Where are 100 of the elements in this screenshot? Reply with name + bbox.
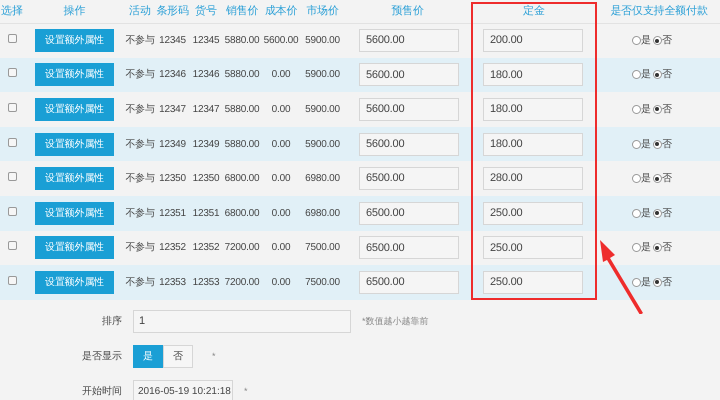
price-field[interactable]: 5600.00 — [359, 63, 459, 86]
radio-label: 否 — [662, 68, 672, 82]
price-field[interactable]: 200.00 — [483, 29, 583, 52]
form-label: 是否显示 — [82, 351, 122, 362]
row-checkbox[interactable] — [8, 68, 16, 78]
radio-button[interactable] — [652, 140, 662, 149]
table-cell: 12353 — [192, 276, 220, 288]
table-cell: 6800.00 — [224, 173, 260, 184]
row-checkbox[interactable] — [8, 172, 16, 182]
column-header: 销售价 — [226, 5, 258, 17]
table-cell: 5600.00 — [264, 35, 298, 46]
table-cell: 12351 — [192, 208, 220, 219]
date-field[interactable]: 2016-05-19 10:21:18 — [133, 380, 233, 400]
table-cell: 7500.00 — [305, 276, 340, 288]
row-checkbox[interactable] — [8, 138, 16, 147]
radio-label: 是 — [641, 138, 651, 152]
sort-field[interactable]: 1 — [133, 310, 351, 333]
table-cell: 0.00 — [272, 173, 290, 184]
table-cell: 5880.00 — [224, 104, 260, 115]
table-cell: 不参与 — [125, 104, 155, 115]
table-cell: 0.00 — [272, 138, 290, 150]
column-header: 条形码 — [156, 5, 189, 17]
column-header: 是否仅支持全额付款 — [610, 5, 708, 17]
radio-label: 是 — [641, 241, 651, 256]
price-field[interactable]: 180.00 — [483, 63, 583, 86]
table-cell: 不参与 — [125, 276, 155, 288]
table-cell: 不参与 — [125, 69, 155, 80]
radio-button[interactable] — [632, 36, 641, 46]
table-cell: 5880.00 — [224, 69, 260, 80]
radio-label: 否 — [662, 102, 672, 117]
row-checkbox[interactable] — [8, 276, 16, 285]
table-cell: 12346 — [192, 69, 220, 80]
radio-label: 是 — [641, 172, 651, 186]
radio-button[interactable] — [632, 243, 641, 252]
table-cell: 5880.00 — [224, 138, 260, 150]
row-checkbox[interactable] — [8, 206, 16, 216]
table-cell: 12349 — [159, 138, 186, 150]
column-header: 预售价 — [391, 5, 424, 17]
price-field[interactable]: 5600.00 — [359, 29, 459, 52]
radio-button[interactable] — [632, 208, 641, 218]
radio-button[interactable] — [632, 104, 641, 114]
table-cell: 12346 — [159, 69, 186, 80]
radio-button[interactable] — [632, 174, 641, 184]
price-field[interactable]: 6500.00 — [359, 167, 459, 190]
price-field[interactable]: 6500.00 — [359, 270, 459, 294]
column-header: 活动 — [129, 5, 151, 17]
hint-text: *数值越小越靠前 — [362, 314, 429, 328]
column-header: 市场价 — [306, 5, 339, 17]
radio-button[interactable] — [632, 70, 641, 80]
column-header: 操作 — [64, 5, 86, 17]
row-checkbox[interactable] — [8, 34, 16, 44]
table-cell: 12345 — [192, 35, 220, 46]
row-checkbox[interactable] — [8, 241, 16, 250]
radio-label: 否 — [662, 34, 672, 48]
radio-button[interactable] — [652, 278, 662, 287]
table-cell: 6800.00 — [224, 208, 260, 219]
radio-label: 是 — [641, 276, 651, 290]
price-field[interactable]: 250.00 — [483, 270, 583, 294]
table-cell: 0.00 — [272, 208, 290, 219]
toggle-option[interactable]: 否 — [163, 344, 193, 368]
price-field[interactable]: 250.00 — [483, 202, 583, 225]
table-cell: 12353 — [159, 276, 186, 288]
radio-button[interactable] — [652, 36, 662, 46]
table-cell: 0.00 — [272, 242, 290, 254]
table-cell: 5900.00 — [305, 69, 340, 80]
price-field[interactable]: 280.00 — [483, 167, 583, 190]
price-field[interactable]: 6500.00 — [359, 236, 459, 260]
required-mark: * — [212, 350, 216, 362]
radio-button[interactable] — [652, 70, 662, 80]
radio-label: 否 — [662, 276, 672, 290]
price-field[interactable]: 180.00 — [483, 98, 583, 121]
table-cell: 12347 — [192, 104, 220, 115]
table-cell: 5900.00 — [305, 35, 340, 46]
row-checkbox[interactable] — [8, 102, 16, 112]
table-cell: 0.00 — [272, 69, 290, 80]
price-field[interactable]: 250.00 — [483, 236, 583, 260]
table-cell: 12351 — [159, 208, 186, 219]
radio-button[interactable] — [632, 140, 641, 149]
column-header: 定金 — [523, 5, 545, 17]
table-cell: 5880.00 — [224, 35, 260, 46]
form-label: 开始时间 — [82, 386, 122, 397]
radio-button[interactable] — [652, 243, 662, 252]
price-field[interactable]: 5600.00 — [359, 98, 459, 121]
table-cell: 6980.00 — [305, 208, 340, 219]
table-cell: 12349 — [192, 138, 220, 150]
radio-button[interactable] — [652, 208, 662, 218]
radio-button[interactable] — [652, 174, 662, 184]
table-cell: 12352 — [192, 242, 220, 254]
table-cell: 12345 — [159, 35, 186, 46]
price-field[interactable]: 5600.00 — [359, 132, 459, 156]
table-cell: 0.00 — [272, 276, 290, 288]
radio-label: 否 — [662, 241, 672, 256]
radio-button[interactable] — [652, 104, 662, 114]
price-field[interactable]: 6500.00 — [359, 202, 459, 225]
price-field[interactable]: 180.00 — [483, 132, 583, 156]
column-header: 选择 — [1, 5, 23, 17]
radio-button[interactable] — [632, 278, 641, 287]
table-cell: 5900.00 — [305, 104, 340, 115]
table-cell: 不参与 — [125, 138, 155, 150]
table-cell: 12350 — [192, 173, 220, 184]
